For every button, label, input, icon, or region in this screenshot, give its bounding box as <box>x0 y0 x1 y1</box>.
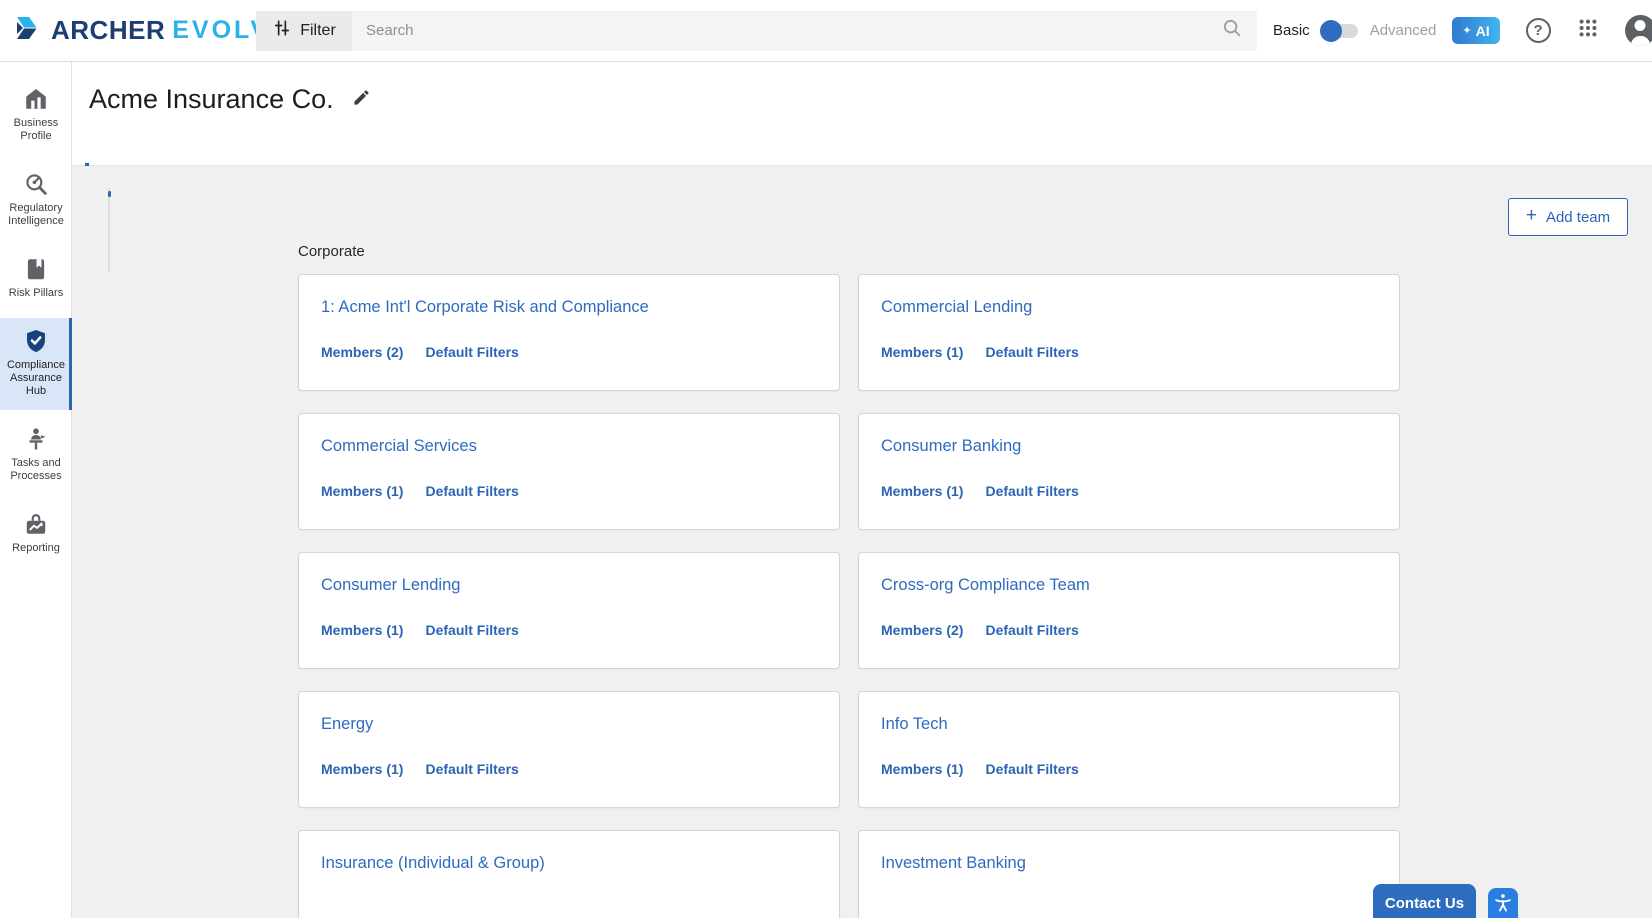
team-members-link[interactable]: Members (1) <box>881 483 963 499</box>
team-name-link[interactable]: Consumer Lending <box>321 576 817 595</box>
region-nav-item[interactable] <box>110 248 293 260</box>
top-bar: ARCHER EVOLV Filter Basic Advanc <box>0 0 1652 62</box>
filter-sliders-icon <box>272 18 292 43</box>
compliance-assurance-hub-icon <box>23 328 49 354</box>
risk-pillars-icon <box>23 256 49 282</box>
team-card: Investment Banking <box>858 830 1400 918</box>
team-default-filters-link[interactable]: Default Filters <box>425 622 518 638</box>
team-name-link[interactable]: Cross-org Compliance Team <box>881 576 1377 595</box>
region-nav-item[interactable] <box>110 188 293 200</box>
team-members-link[interactable]: Members (1) <box>881 761 963 777</box>
team-card: 1: Acme Int'l Corporate Risk and Complia… <box>298 274 840 391</box>
brand-chevron-icon <box>14 13 44 48</box>
team-default-filters-link[interactable]: Default Filters <box>425 344 518 360</box>
team-members-link[interactable]: Members (1) <box>321 483 403 499</box>
sidebar-item[interactable]: Compliance Assurance Hub <box>0 318 72 410</box>
filter-button[interactable]: Filter <box>256 11 352 51</box>
search-bar <box>352 11 1257 51</box>
team-default-filters-link[interactable]: Default Filters <box>985 761 1078 777</box>
sparkle-icon: ✦ <box>1462 24 1471 37</box>
team-name-link[interactable]: Commercial Lending <box>881 298 1377 317</box>
team-card: Commercial Services Members (1) Default … <box>298 413 840 530</box>
team-default-filters-link[interactable]: Default Filters <box>425 761 518 777</box>
plus-icon: + <box>1526 205 1537 227</box>
team-members-link[interactable]: Members (1) <box>881 344 963 360</box>
team-card: Commercial Lending Members (1) Default F… <box>858 274 1400 391</box>
team-cards-grid: 1: Acme Int'l Corporate Risk and Complia… <box>298 274 1400 918</box>
team-members-link[interactable]: Members (2) <box>881 622 963 638</box>
page-header: Acme Insurance Co. <box>72 62 1652 166</box>
page-title: Acme Insurance Co. <box>89 84 334 115</box>
business-profile-icon <box>23 86 49 112</box>
reporting-icon <box>23 511 49 537</box>
team-default-filters-link[interactable]: Default Filters <box>985 344 1078 360</box>
team-card: Consumer Banking Members (1) Default Fil… <box>858 413 1400 530</box>
team-card: Consumer Lending Members (1) Default Fil… <box>298 552 840 669</box>
add-team-button[interactable]: + Add team <box>1508 198 1628 236</box>
team-card: Info Tech Members (1) Default Filters <box>858 691 1400 808</box>
section-label: Corporate <box>298 243 1400 260</box>
basic-advanced-toggle[interactable] <box>1322 24 1358 38</box>
team-members-link[interactable]: Members (2) <box>321 344 403 360</box>
team-card: Cross-org Compliance Team Members (2) De… <box>858 552 1400 669</box>
app-launcher-button[interactable] <box>1577 17 1599 44</box>
region-nav-item[interactable] <box>110 236 293 248</box>
region-nav-item[interactable] <box>110 212 293 224</box>
archer-evolv-app: ARCHER EVOLV Filter Basic Advanc <box>0 0 1652 918</box>
region-nav-item[interactable] <box>110 224 293 236</box>
team-name-link[interactable]: Energy <box>321 715 817 734</box>
main-sidebar: Business Profile Regulatory Intelligence… <box>0 62 72 918</box>
team-card: Insurance (Individual & Group) <box>298 830 840 918</box>
teams-area: Corporate 1: Acme Int'l Corporate Risk a… <box>298 243 1400 918</box>
team-members-link[interactable]: Members (1) <box>321 622 403 638</box>
brand-name-primary: ARCHER <box>51 15 165 46</box>
accessibility-icon <box>1492 892 1514 917</box>
ai-button-label: AI <box>1476 23 1490 39</box>
team-default-filters-link[interactable]: Default Filters <box>425 483 518 499</box>
sidebar-item[interactable]: Regulatory Intelligence <box>0 161 72 240</box>
sidebar-item[interactable]: Reporting <box>0 501 72 567</box>
grid-dots-icon <box>1577 17 1599 44</box>
tasks-processes-icon <box>23 426 49 452</box>
team-name-link[interactable]: Consumer Banking <box>881 437 1377 456</box>
mode-advanced-label: Advanced <box>1370 22 1437 39</box>
team-name-link[interactable]: Commercial Services <box>321 437 817 456</box>
team-default-filters-link[interactable]: Default Filters <box>985 622 1078 638</box>
sidebar-item[interactable]: Tasks and Processes <box>0 416 72 495</box>
sidebar-item[interactable]: Risk Pillars <box>0 246 72 312</box>
team-members-link[interactable]: Members (1) <box>321 761 403 777</box>
mode-basic-label: Basic <box>1273 22 1310 39</box>
team-default-filters-link[interactable]: Default Filters <box>985 483 1078 499</box>
user-account-button[interactable] <box>1625 15 1652 46</box>
teams-content: + Add team Corporate 1: Acme Int'l Corpo… <box>72 166 1652 918</box>
avatar-icon <box>1625 15 1652 46</box>
help-button[interactable]: ? <box>1526 18 1551 43</box>
region-nav <box>108 188 293 272</box>
region-nav-item[interactable] <box>110 260 293 272</box>
team-card: Energy Members (1) Default Filters <box>298 691 840 808</box>
regulatory-intelligence-icon <box>23 171 49 197</box>
ai-button[interactable]: ✦ AI <box>1452 17 1499 44</box>
search-icon[interactable] <box>1221 17 1243 44</box>
brand-logo[interactable]: ARCHER EVOLV <box>0 13 256 48</box>
team-name-link[interactable]: Investment Banking <box>881 854 1377 873</box>
team-name-link[interactable]: Insurance (Individual & Group) <box>321 854 817 873</box>
add-team-label: Add team <box>1546 209 1610 226</box>
top-bar-right: Basic Advanced ✦ AI ? <box>1273 15 1652 46</box>
page-tabs <box>72 144 1652 166</box>
question-mark-icon: ? <box>1526 18 1551 43</box>
team-name-link[interactable]: 1: Acme Int'l Corporate Risk and Complia… <box>321 298 817 317</box>
accessibility-button[interactable] <box>1488 888 1518 918</box>
search-input[interactable] <box>366 22 1221 39</box>
sidebar-item[interactable]: Business Profile <box>0 76 72 155</box>
contact-us-button[interactable]: Contact Us <box>1373 884 1476 918</box>
edit-title-button[interactable] <box>352 88 371 112</box>
filter-button-label: Filter <box>300 22 336 40</box>
region-nav-item[interactable] <box>110 200 293 212</box>
team-name-link[interactable]: Info Tech <box>881 715 1377 734</box>
